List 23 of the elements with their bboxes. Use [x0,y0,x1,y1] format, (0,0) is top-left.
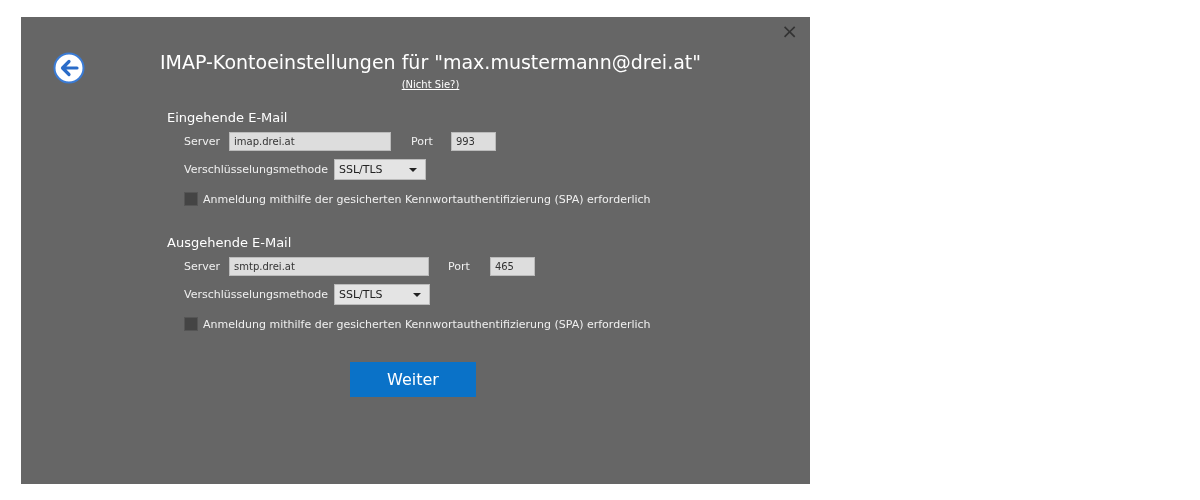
port-field[interactable]: 993 [450,132,496,151]
server-label: Server [184,260,221,273]
caret-icon [412,292,421,297]
spa-label: Anmeldung mithilfe der gesicherten Kennwortauthentifizierung (SPA) erforderlich [203,317,651,331]
spa-checkbox[interactable] [184,317,198,331]
port-label: Port [448,260,470,273]
spa-checkbox[interactable] [184,192,198,206]
server-field[interactable]: imap.drei.at [229,132,392,151]
section-heading: Eingehende E-Mail [167,110,289,126]
encryption-label: Verschlüsselungsmethode [184,288,328,301]
encryption-label: Verschlüsselungsmethode [184,163,328,176]
spa-label: Anmeldung mithilfe der gesicherten Kennwortauthentifizierung (SPA) erforderlich [203,192,651,206]
encryption-dropdown[interactable]: SSL/TLS [333,284,430,305]
server-label: Server [184,135,221,148]
not-you-link[interactable]: (Nicht Sie?) [401,79,460,90]
dialog-title: IMAP-Kontoeinstellungen für "max.mustermann@drei.at" [160,50,701,74]
encryption-dropdown[interactable]: SSL/TLS [333,159,426,180]
next-button[interactable]: Weiter [350,362,476,397]
caret-icon [408,167,417,172]
section-heading: Ausgehende E-Mail [167,235,293,251]
server-field[interactable]: smtp.drei.at [229,257,430,276]
port-field[interactable]: 465 [489,257,535,276]
port-label: Port [411,135,433,148]
